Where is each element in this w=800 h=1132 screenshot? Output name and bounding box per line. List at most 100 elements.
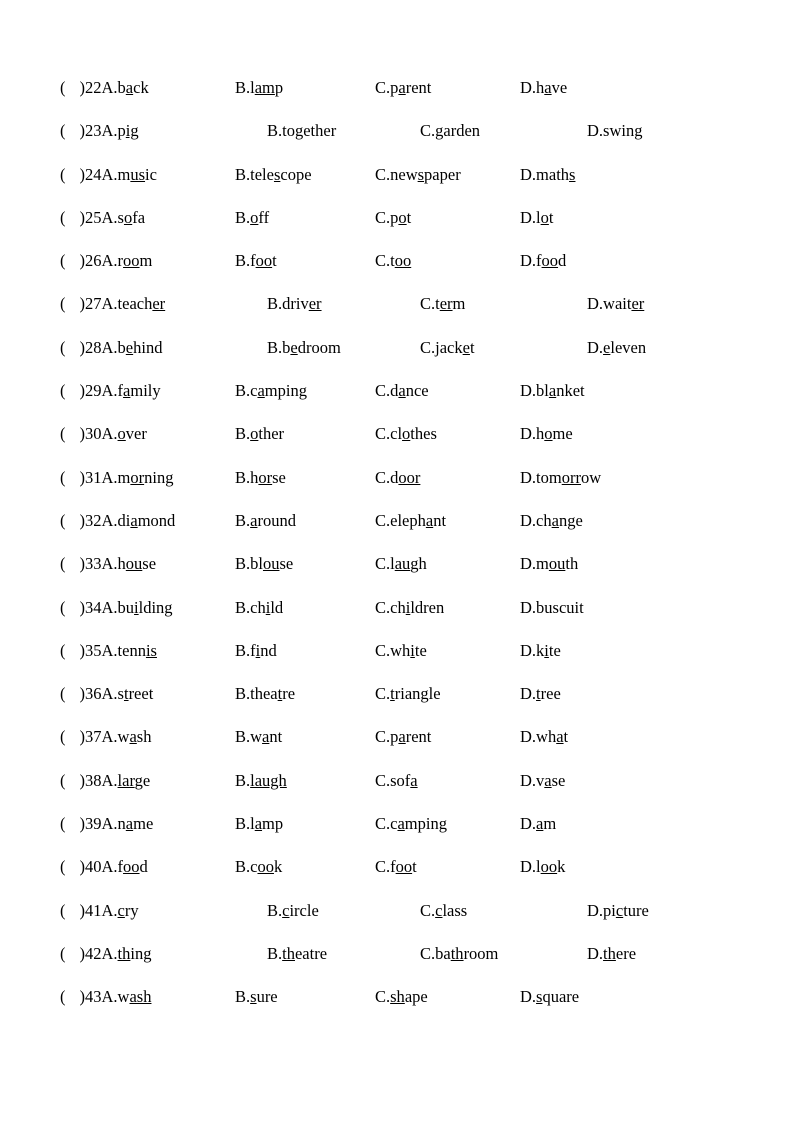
- option-a-cell[interactable]: ()23A.pig: [60, 121, 245, 141]
- option-c-cell[interactable]: C.sofa: [375, 771, 520, 791]
- option-d-cell[interactable]: D.tree: [520, 684, 670, 704]
- option-d-cell[interactable]: D.waiter: [565, 294, 737, 314]
- option-c-cell[interactable]: C.newspaper: [375, 165, 520, 185]
- answer-blank[interactable]: (: [60, 598, 66, 617]
- option-b-cell[interactable]: B.sure: [235, 987, 375, 1007]
- answer-blank[interactable]: (: [60, 511, 66, 530]
- option-b-cell[interactable]: B.theatre: [235, 684, 375, 704]
- option-d-cell[interactable]: D.there: [565, 944, 737, 964]
- option-d-cell[interactable]: D.tomorrow: [520, 468, 670, 488]
- answer-blank[interactable]: (: [60, 294, 66, 313]
- option-b-cell[interactable]: B.bedroom: [245, 338, 402, 358]
- option-a-cell[interactable]: ()25A.sofa: [60, 208, 235, 228]
- answer-blank[interactable]: (: [60, 727, 66, 746]
- answer-blank[interactable]: (: [60, 381, 66, 400]
- option-d-cell[interactable]: D.maths: [520, 165, 670, 185]
- option-a-cell[interactable]: ()28A.behind: [60, 338, 245, 358]
- option-a-cell[interactable]: ()40A.food: [60, 857, 235, 877]
- option-a-cell[interactable]: ()43A.wash: [60, 987, 235, 1007]
- option-c-cell[interactable]: C.children: [375, 598, 520, 618]
- answer-blank[interactable]: (: [60, 424, 66, 443]
- answer-blank[interactable]: (: [60, 814, 66, 833]
- option-b-cell[interactable]: B.lamp: [235, 814, 375, 834]
- option-b-cell[interactable]: B.off: [235, 208, 375, 228]
- option-b-cell[interactable]: B.blouse: [235, 554, 375, 574]
- option-b-cell[interactable]: B.cook: [235, 857, 375, 877]
- option-b-cell[interactable]: B.child: [235, 598, 375, 618]
- option-c-cell[interactable]: C.class: [402, 901, 565, 921]
- option-d-cell[interactable]: D.home: [520, 424, 670, 444]
- option-b-cell[interactable]: B.find: [235, 641, 375, 661]
- option-c-cell[interactable]: C.shape: [375, 987, 520, 1007]
- option-b-cell[interactable]: B.circle: [245, 901, 402, 921]
- option-a-cell[interactable]: ()37A.wash: [60, 727, 235, 747]
- answer-blank[interactable]: (: [60, 121, 66, 140]
- option-d-cell[interactable]: D.food: [520, 251, 670, 271]
- option-b-cell[interactable]: B.foot: [235, 251, 375, 271]
- option-c-cell[interactable]: C.term: [402, 294, 565, 314]
- option-a-cell[interactable]: ()42A.thing: [60, 944, 245, 964]
- option-a-cell[interactable]: ()35A.tennis: [60, 641, 235, 661]
- option-c-cell[interactable]: C.clothes: [375, 424, 520, 444]
- answer-blank[interactable]: (: [60, 771, 66, 790]
- option-c-cell[interactable]: C.pot: [375, 208, 520, 228]
- answer-blank[interactable]: (: [60, 78, 66, 97]
- option-d-cell[interactable]: D.vase: [520, 771, 670, 791]
- answer-blank[interactable]: (: [60, 208, 66, 227]
- answer-blank[interactable]: (: [60, 338, 66, 357]
- answer-blank[interactable]: (: [60, 901, 66, 920]
- option-b-cell[interactable]: B.around: [235, 511, 375, 531]
- option-d-cell[interactable]: D.eleven: [565, 338, 737, 358]
- option-c-cell[interactable]: C.door: [375, 468, 520, 488]
- option-d-cell[interactable]: D.lot: [520, 208, 670, 228]
- option-a-cell[interactable]: ()33A.house: [60, 554, 235, 574]
- answer-blank[interactable]: (: [60, 554, 66, 573]
- answer-blank[interactable]: (: [60, 944, 66, 963]
- option-a-cell[interactable]: ()34A.building: [60, 598, 235, 618]
- option-b-cell[interactable]: B.theatre: [245, 944, 402, 964]
- option-a-cell[interactable]: ()38A.large: [60, 771, 235, 791]
- option-d-cell[interactable]: D.what: [520, 727, 670, 747]
- option-a-cell[interactable]: ()29A.family: [60, 381, 235, 401]
- option-b-cell[interactable]: B.telescope: [235, 165, 375, 185]
- option-c-cell[interactable]: C.triangle: [375, 684, 520, 704]
- option-a-cell[interactable]: ()22A.back: [60, 78, 235, 98]
- option-d-cell[interactable]: D.square: [520, 987, 670, 1007]
- option-c-cell[interactable]: C.bathroom: [402, 944, 565, 964]
- option-d-cell[interactable]: D.swing: [565, 121, 737, 141]
- option-d-cell[interactable]: D.am: [520, 814, 670, 834]
- option-b-cell[interactable]: B.driver: [245, 294, 402, 314]
- option-d-cell[interactable]: D.blanket: [520, 381, 670, 401]
- option-b-cell[interactable]: B.camping: [235, 381, 375, 401]
- answer-blank[interactable]: (: [60, 468, 66, 487]
- option-a-cell[interactable]: ()27A.teacher: [60, 294, 245, 314]
- option-c-cell[interactable]: C.dance: [375, 381, 520, 401]
- option-a-cell[interactable]: ()24A.music: [60, 165, 235, 185]
- option-d-cell[interactable]: D.change: [520, 511, 670, 531]
- option-c-cell[interactable]: C.laugh: [375, 554, 520, 574]
- answer-blank[interactable]: (: [60, 165, 66, 184]
- option-a-cell[interactable]: ()26A.room: [60, 251, 235, 271]
- option-a-cell[interactable]: ()39A.name: [60, 814, 235, 834]
- option-b-cell[interactable]: B.laugh: [235, 771, 375, 791]
- option-a-cell[interactable]: ()32A.diamond: [60, 511, 235, 531]
- option-c-cell[interactable]: C.parent: [375, 78, 520, 98]
- option-b-cell[interactable]: B.want: [235, 727, 375, 747]
- option-c-cell[interactable]: C.white: [375, 641, 520, 661]
- option-c-cell[interactable]: C.parent: [375, 727, 520, 747]
- option-c-cell[interactable]: C.garden: [402, 121, 565, 141]
- option-c-cell[interactable]: C.foot: [375, 857, 520, 877]
- answer-blank[interactable]: (: [60, 641, 66, 660]
- answer-blank[interactable]: (: [60, 684, 66, 703]
- option-d-cell[interactable]: D.mouth: [520, 554, 670, 574]
- option-b-cell[interactable]: B.horse: [235, 468, 375, 488]
- option-a-cell[interactable]: ()41A.cry: [60, 901, 245, 921]
- option-c-cell[interactable]: C.camping: [375, 814, 520, 834]
- option-b-cell[interactable]: B.other: [235, 424, 375, 444]
- option-c-cell[interactable]: C.jacket: [402, 338, 565, 358]
- answer-blank[interactable]: (: [60, 987, 66, 1006]
- answer-blank[interactable]: (: [60, 251, 66, 270]
- option-a-cell[interactable]: ()31A.morning: [60, 468, 235, 488]
- answer-blank[interactable]: (: [60, 857, 66, 876]
- option-a-cell[interactable]: ()30A.over: [60, 424, 235, 444]
